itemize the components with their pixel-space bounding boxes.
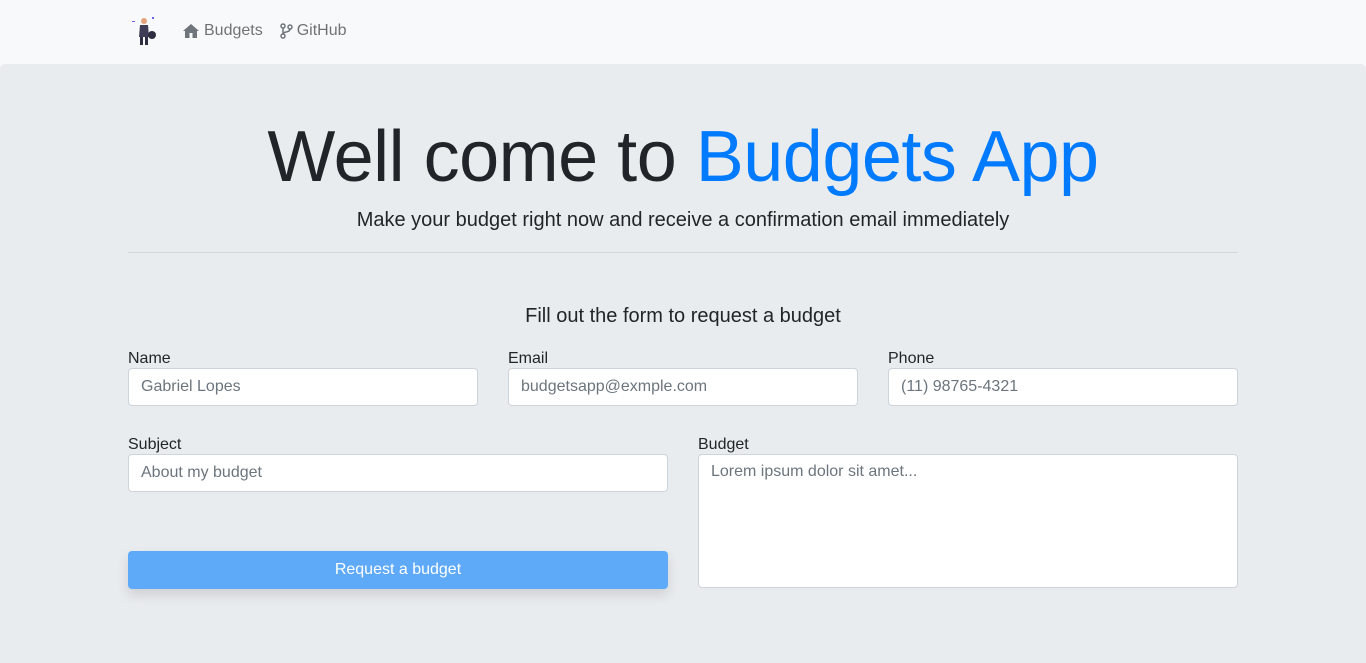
title-accent: Budgets App bbox=[695, 117, 1099, 197]
nav-link-label: GitHub bbox=[296, 22, 347, 39]
phone-field: Phone bbox=[888, 347, 1238, 407]
email-field: Email bbox=[508, 347, 858, 407]
home-icon bbox=[183, 24, 199, 38]
name-input[interactable] bbox=[128, 368, 478, 406]
subject-field: Subject bbox=[128, 433, 668, 493]
git-branch-icon bbox=[279, 23, 293, 39]
budget-textarea[interactable] bbox=[698, 454, 1238, 588]
form-title: Fill out the form to request a budget bbox=[525, 305, 841, 327]
divider bbox=[128, 252, 1238, 253]
email-input[interactable] bbox=[508, 368, 858, 406]
name-field: Name bbox=[128, 347, 478, 407]
navbar-inner: Budgets GitHub bbox=[128, 12, 363, 50]
lead-text: Make your budget right now and receive a… bbox=[356, 209, 1010, 231]
jumbotron: Well come to Budgets App Make your budge… bbox=[0, 64, 1366, 663]
navbar: Budgets GitHub bbox=[0, 0, 1366, 63]
budget-field: Budget bbox=[698, 433, 1238, 589]
nav-link-label: Budgets bbox=[204, 22, 263, 39]
request-budget-button[interactable]: Request a budget bbox=[128, 551, 668, 589]
nav-link-github[interactable]: GitHub bbox=[279, 22, 347, 40]
logo-icon[interactable] bbox=[128, 15, 160, 47]
title-prefix: Well come to bbox=[267, 117, 696, 197]
subject-input[interactable] bbox=[128, 454, 668, 492]
page-title: Well come to Budgets App bbox=[0, 114, 1366, 200]
phone-input[interactable] bbox=[888, 368, 1238, 406]
nav-link-budgets[interactable]: Budgets bbox=[182, 22, 263, 40]
